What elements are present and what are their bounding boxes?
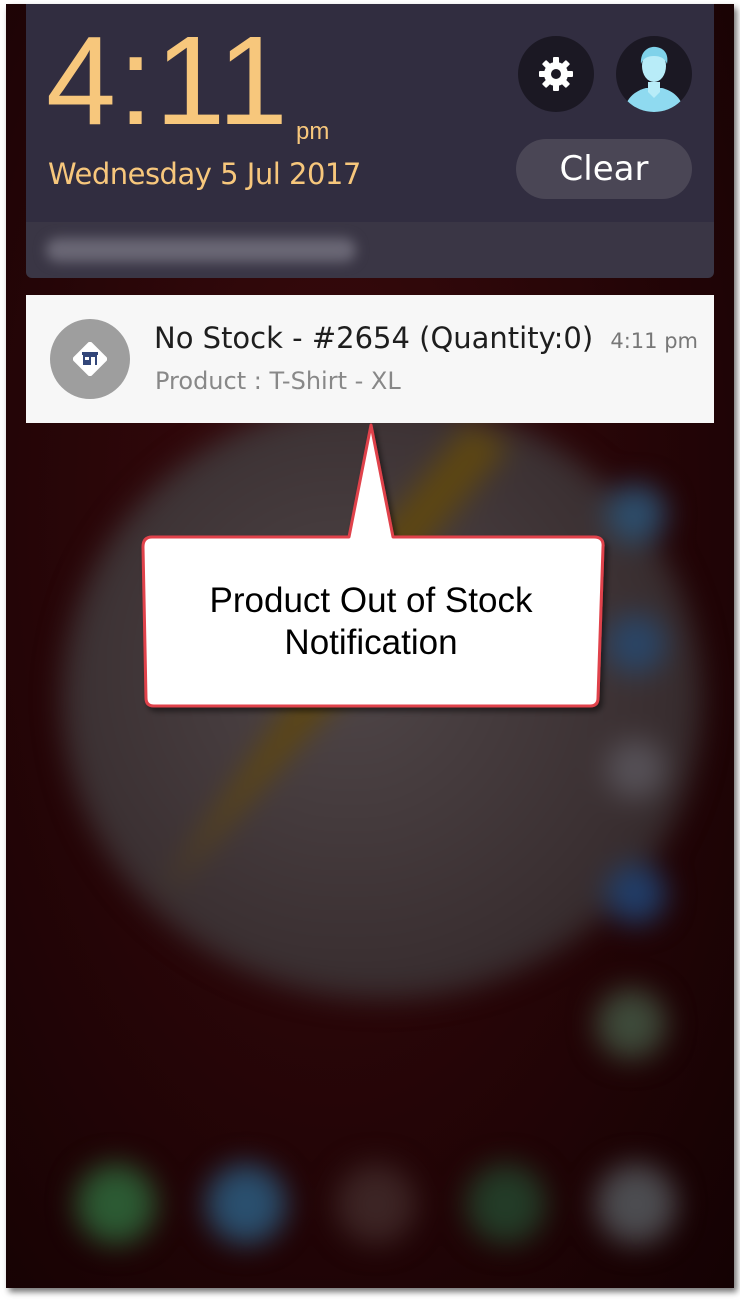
settings-button[interactable] (518, 36, 594, 112)
notification-time: 4:11 pm (610, 329, 698, 353)
notification-card[interactable]: No Stock - #2654 (Quantity:0) Product : … (26, 295, 714, 423)
callout-label: Product Out of Stock Notification (146, 580, 596, 664)
callout-line-2: Notification (284, 623, 458, 662)
clock-time: 4:11 (46, 10, 290, 151)
notification-title: No Stock - #2654 (Quantity:0) (154, 321, 594, 355)
store-icon (73, 342, 107, 376)
user-avatar-button[interactable] (616, 36, 692, 112)
blurred-quick-settings-row (26, 222, 714, 278)
notification-app-icon (50, 319, 130, 399)
callout-line-1: Product Out of Stock (209, 581, 533, 620)
notification-text: Product : T-Shirt - XL (155, 367, 401, 395)
notification-shade-header: 4:11 pm Wednesday 5 Jul 2017 Clear (26, 4, 714, 222)
clock-date: Wednesday 5 Jul 2017 (48, 157, 361, 191)
clear-all-button[interactable]: Clear (516, 139, 692, 199)
clock-ampm: pm (296, 118, 330, 145)
gear-icon (539, 57, 573, 91)
user-avatar-icon (624, 46, 684, 112)
